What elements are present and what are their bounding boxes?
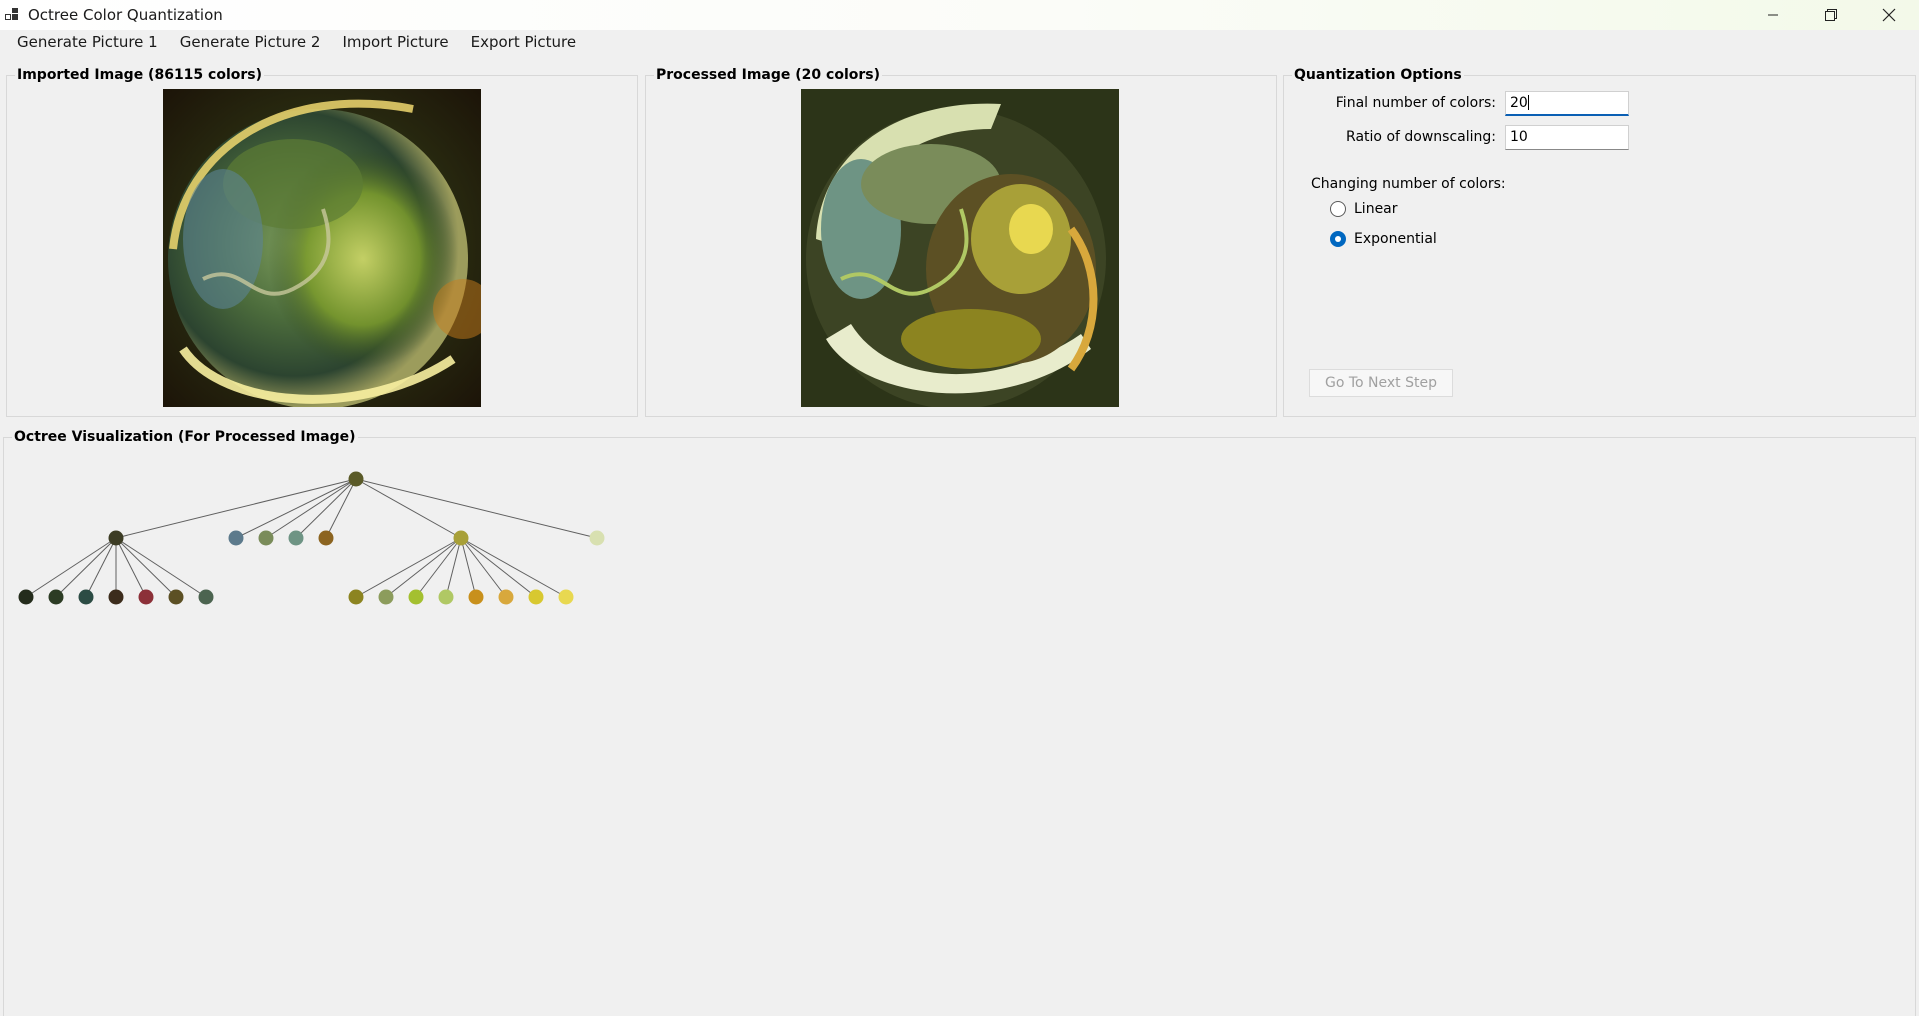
menu-generate-picture-2[interactable]: Generate Picture 2 [169,30,332,56]
octree-edge [115,537,147,598]
octree-level1-node [453,530,469,546]
octree-edge [115,537,177,598]
menu-export-picture[interactable]: Export Picture [460,30,587,56]
octree-edge [460,537,477,598]
octree-level1-node [108,530,124,546]
octree-leaf-node [558,589,574,605]
changing-colors-label: Changing number of colors: [1311,176,1506,192]
octree-leaf-node [528,589,544,605]
octree-edge [460,537,537,598]
octree-leaf-node [18,589,34,605]
octree-leaf-node [438,589,454,605]
exponential-radio-label[interactable]: Exponential [1354,231,1437,247]
processed-image [801,89,1119,407]
octree-leaf-node [168,589,184,605]
octree-leaf-node [378,589,394,605]
final-colors-label: Final number of colors: [1335,95,1496,111]
go-to-next-step-button[interactable]: Go To Next Step [1309,369,1453,397]
octree-leaf-node [348,589,364,605]
window-title: Octree Color Quantization [28,6,223,24]
octree-edge [445,537,462,598]
octree-edge [85,537,117,598]
octree-leaf-node [78,589,94,605]
octree-tree [18,471,605,605]
text-caret [1527,95,1529,110]
exponential-radio[interactable] [1330,231,1346,247]
ratio-label: Ratio of downscaling: [1346,129,1496,145]
octree-edge [355,478,598,539]
close-icon [1882,8,1896,22]
octree-edge [55,537,117,598]
octree-leaf-node [48,589,64,605]
ratio-value: 10 [1510,129,1528,145]
restore-icon [1825,9,1837,21]
octree-level1-node [288,530,304,546]
octree-edge [115,478,357,539]
octree-leaf-node [468,589,484,605]
octree-root-node [348,471,364,487]
octree-edge [25,537,117,598]
octree-level1-node [258,530,274,546]
imported-image [163,89,481,407]
menu-import-picture[interactable]: Import Picture [331,30,459,56]
minimize-icon [1768,14,1778,16]
linear-radio-label[interactable]: Linear [1354,201,1398,217]
octree-level1-node [318,530,334,546]
app-icon [5,8,18,20]
menu-generate-picture-1[interactable]: Generate Picture 1 [0,30,169,56]
imported-image-title: Imported Image (86115 colors) [15,67,265,83]
octree-leaf-node [498,589,514,605]
octree-leaf-node [408,589,424,605]
ratio-input[interactable]: 10 [1505,125,1629,150]
menu-bar: Generate Picture 1 Generate Picture 2 Im… [0,30,587,56]
linear-radio[interactable] [1330,201,1346,217]
final-colors-input[interactable]: 20 [1505,91,1629,116]
octree-leaf-node [108,589,124,605]
final-colors-value: 20 [1510,95,1528,111]
octree-edge [115,537,207,598]
close-button[interactable] [1860,0,1918,30]
octree-edge [460,537,567,598]
octree-edge [355,478,462,539]
octree-leaf-node [138,589,154,605]
octree-edge [385,537,462,598]
octree-edge [265,478,357,539]
octree-visualization-title: Octree Visualization (For Processed Imag… [12,429,358,445]
octree-edge [235,478,357,539]
octree-edge [355,537,462,598]
octree-level1-node [589,530,605,546]
octree-edge [325,478,357,539]
octree-level1-node [228,530,244,546]
quantization-options-title: Quantization Options [1292,67,1464,83]
processed-image-title: Processed Image (20 colors) [654,67,882,83]
minimize-button[interactable] [1744,0,1802,30]
restore-button[interactable] [1802,0,1860,30]
octree-leaf-node [198,589,214,605]
octree-edge [295,478,357,539]
title-bar: Octree Color Quantization [0,0,1919,30]
